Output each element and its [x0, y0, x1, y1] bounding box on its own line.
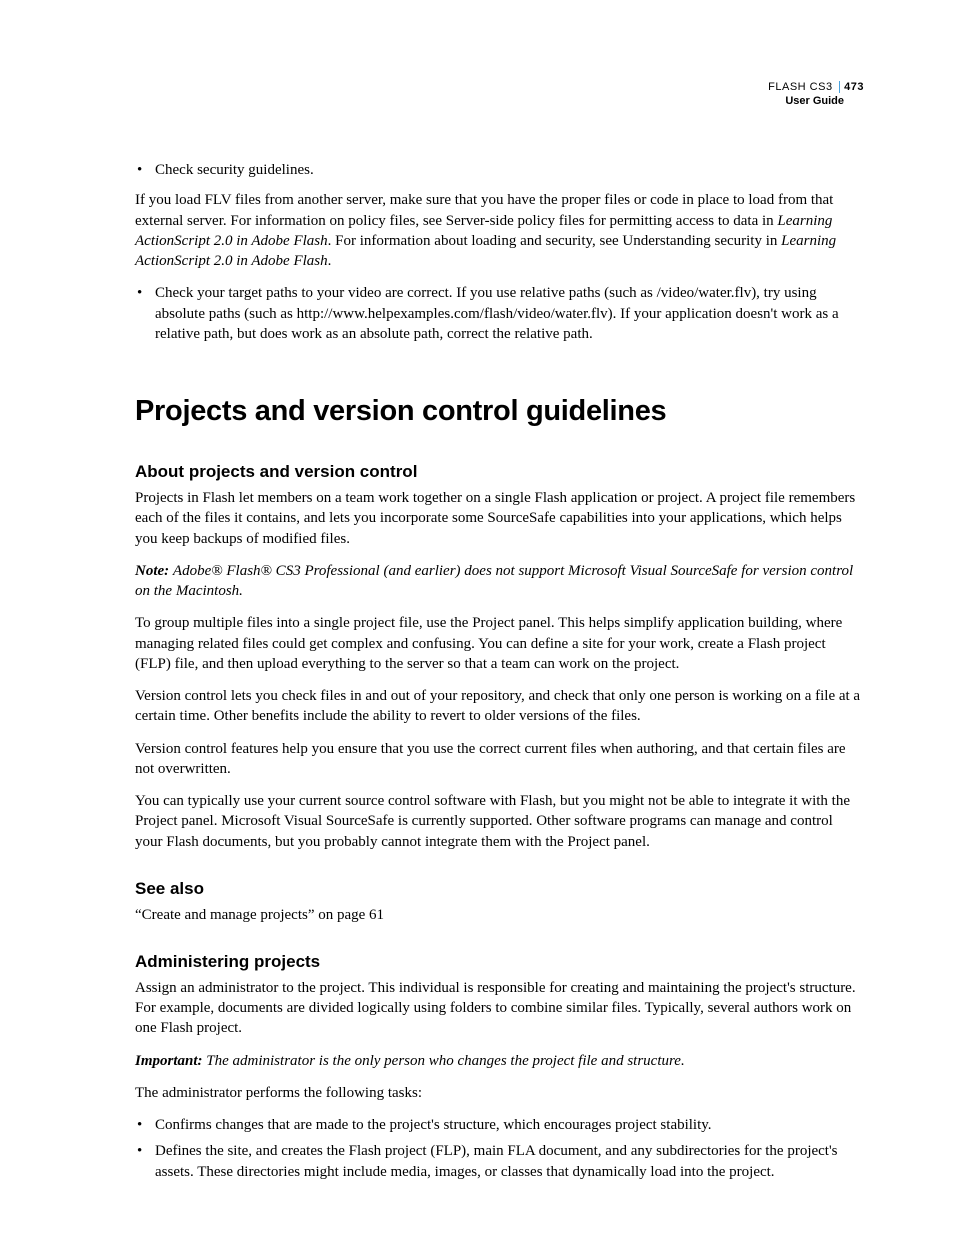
see-also-reference: “Create and manage projects” on page 61 [135, 905, 864, 925]
list-item: Defines the site, and creates the Flash … [155, 1141, 864, 1182]
list-item: Check your target paths to your video ar… [155, 283, 864, 344]
paragraph: Version control features help you ensure… [135, 739, 864, 780]
security-bullet-list: Check security guidelines. [135, 160, 864, 180]
paths-bullet-list: Check your target paths to your video ar… [135, 283, 864, 344]
important-label: Important: [135, 1053, 203, 1069]
paragraph: If you load FLV files from another serve… [135, 190, 864, 271]
note-text: Adobe® Flash® CS3 Professional (and earl… [135, 563, 853, 599]
section-heading: Projects and version control guidelines [135, 392, 864, 431]
page-body: Check security guidelines. If you load F… [135, 160, 864, 1182]
subsection-heading-admin: Administering projects [135, 951, 864, 974]
page-header: FLASH CS3 473 User Guide [768, 80, 864, 109]
important-text: The administrator is the only person who… [206, 1053, 684, 1069]
note-label: Note: [135, 563, 169, 579]
list-item: Check security guidelines. [155, 160, 864, 180]
header-product: FLASH CS3 [768, 81, 832, 93]
list-item: Confirms changes that are made to the pr… [155, 1115, 864, 1135]
header-subtitle: User Guide [768, 94, 864, 108]
subsection-heading-seealso: See also [135, 878, 864, 901]
admin-task-list: Confirms changes that are made to the pr… [135, 1115, 864, 1182]
important-paragraph: Important: The administrator is the only… [135, 1051, 864, 1071]
paragraph: The administrator performs the following… [135, 1083, 864, 1103]
paragraph: To group multiple files into a single pr… [135, 613, 864, 674]
paragraph: Projects in Flash let members on a team … [135, 488, 864, 549]
paragraph: Version control lets you check files in … [135, 686, 864, 727]
paragraph: Assign an administrator to the project. … [135, 978, 864, 1039]
paragraph: You can typically use your current sourc… [135, 791, 864, 852]
subsection-heading-about: About projects and version control [135, 461, 864, 484]
note-paragraph: Note: Adobe® Flash® CS3 Professional (an… [135, 561, 864, 602]
header-page-number: 473 [839, 81, 864, 93]
